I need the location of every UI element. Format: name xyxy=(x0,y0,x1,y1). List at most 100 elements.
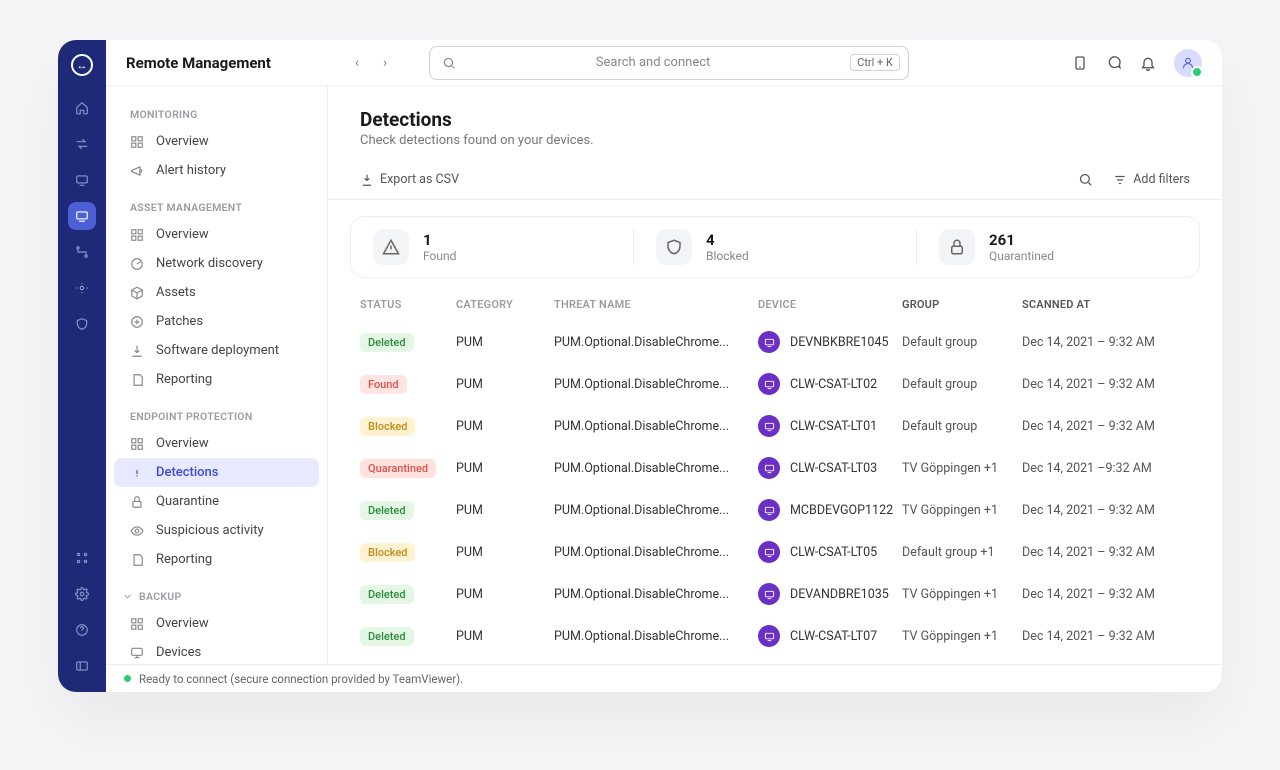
table-header: STATUS CATEGORY THREAT NAME DEVICE GROUP… xyxy=(360,288,1190,321)
rail-help-icon[interactable] xyxy=(68,616,96,644)
nav-back-button[interactable]: ‹ xyxy=(345,51,369,75)
sidebar-item-asset-reporting[interactable]: Reporting xyxy=(114,365,319,394)
cell-category: PUM xyxy=(456,545,554,560)
sidebar-item-backup-overview[interactable]: Overview xyxy=(114,609,319,638)
status-badge: Deleted xyxy=(360,333,414,352)
page-header: Detections Check detections found on you… xyxy=(328,86,1222,160)
sidebar-item-label: Overview xyxy=(156,227,209,242)
body: MONITORING Overview Alert history ASSET … xyxy=(106,86,1222,664)
cell-threat: PUM.Optional.DisableChrome... xyxy=(554,629,758,644)
rail-home-icon[interactable] xyxy=(68,94,96,122)
sidebar-item-overview[interactable]: Overview xyxy=(114,127,319,156)
cell-device: CLW-CSAT-LT03 xyxy=(758,457,902,479)
cell-threat: PUM.Optional.DisableChrome... xyxy=(554,377,758,392)
stat-value: 261 xyxy=(989,231,1054,249)
cell-category: PUM xyxy=(456,377,554,392)
dashboard-icon xyxy=(130,228,146,242)
sidebar-item-detections[interactable]: Detections xyxy=(114,458,319,487)
sidebar-item-label: Overview xyxy=(156,616,209,631)
cell-scanned: Dec 14, 2021 – 9:32 AM xyxy=(1022,419,1190,434)
sidebar-item-quarantine[interactable]: Quarantine xyxy=(114,487,319,516)
table-row[interactable]: QuarantinedPUMPUM.Optional.DisableChrome… xyxy=(360,447,1190,489)
sidebar-item-ep-reporting[interactable]: Reporting xyxy=(114,545,319,574)
table-row[interactable]: DeletedPUMPUM.Optional.DisableChrome...C… xyxy=(360,615,1190,657)
cell-scanned: Dec 14, 2021 – 9:32 AM xyxy=(1022,377,1190,392)
search-input[interactable]: Search and connect Ctrl + K xyxy=(429,46,909,80)
cell-category: PUM xyxy=(456,629,554,644)
monitor-icon xyxy=(758,541,780,563)
export-csv-button[interactable]: Export as CSV xyxy=(360,172,459,187)
cell-scanned: Dec 14, 2021 – 9:32 AM xyxy=(1022,587,1190,602)
table-row[interactable]: DeletedPUMPUM.Optional.DisableChrome...M… xyxy=(360,489,1190,531)
monitor-icon xyxy=(130,646,146,660)
rail-collapse-icon[interactable] xyxy=(68,652,96,680)
rail-devices-icon[interactable] xyxy=(68,166,96,194)
table-row[interactable]: FoundPUMPUM.Optional.DisableChrome...CLW… xyxy=(360,363,1190,405)
sidebar-item-assets[interactable]: Assets xyxy=(114,278,319,307)
sidebar-item-label: Detections xyxy=(156,465,218,480)
sidebar-item-backup-devices[interactable]: Devices xyxy=(114,638,319,664)
device-icon[interactable] xyxy=(1072,55,1088,71)
alert-icon xyxy=(130,466,146,480)
sidebar-item-suspicious[interactable]: Suspicious activity xyxy=(114,516,319,545)
chat-icon[interactable] xyxy=(1106,55,1122,71)
add-filters-button[interactable]: Add filters xyxy=(1113,172,1190,187)
cell-group: Default group xyxy=(902,419,1022,434)
monitor-icon xyxy=(758,457,780,479)
sidebar-item-software-deployment[interactable]: Software deployment xyxy=(114,336,319,365)
rail-automation-icon[interactable] xyxy=(68,274,96,302)
sidebar-item-label: Devices xyxy=(156,645,201,660)
sidebar-item-network-discovery[interactable]: Network discovery xyxy=(114,249,319,278)
warning-icon xyxy=(373,229,409,265)
sidebar-item-label: Network discovery xyxy=(156,256,263,271)
footer: Ready to connect (secure connection prov… xyxy=(106,664,1222,692)
sidebar-item-label: Patches xyxy=(156,314,203,329)
shield-icon xyxy=(656,229,692,265)
cell-scanned: Dec 14, 2021 – 9:32 AM xyxy=(1022,503,1190,518)
bell-icon[interactable] xyxy=(1140,55,1156,71)
megaphone-icon xyxy=(130,164,146,178)
sidebar-item-alert-history[interactable]: Alert history xyxy=(114,156,319,185)
patch-icon xyxy=(130,315,146,329)
page-subtitle: Check detections found on your devices. xyxy=(360,133,1190,148)
page-title: Detections xyxy=(360,108,1190,131)
cell-device: CLW-CSAT-LT01 xyxy=(758,415,902,437)
cell-group: TV Göppingen +1 xyxy=(902,629,1022,644)
status-badge: Deleted xyxy=(360,627,414,646)
rail-transfer-icon[interactable] xyxy=(68,130,96,158)
report-icon xyxy=(130,553,146,567)
sidebar-item-label: Suspicious activity xyxy=(156,523,264,538)
table-row[interactable]: BlockedPUMPUM.Optional.DisableChrome...C… xyxy=(360,405,1190,447)
cell-category: PUM xyxy=(456,335,554,350)
avatar[interactable] xyxy=(1174,49,1202,77)
rail-apps-icon[interactable] xyxy=(68,544,96,572)
search-button[interactable] xyxy=(1078,172,1093,187)
rail-settings-icon[interactable] xyxy=(68,580,96,608)
rail-security-icon[interactable] xyxy=(68,310,96,338)
table-row[interactable]: BlockedPUMPUM.Optional.DisableChrome...C… xyxy=(360,531,1190,573)
cell-category: PUM xyxy=(456,461,554,476)
table-row[interactable]: DeletedPUMPUM.Optional.DisableChrome...D… xyxy=(360,321,1190,363)
rail-remote-mgmt-icon[interactable] xyxy=(68,202,96,230)
nav-forward-button[interactable]: › xyxy=(373,51,397,75)
eye-icon xyxy=(130,524,146,538)
rail-workflows-icon[interactable] xyxy=(68,238,96,266)
cell-group: TV Göppingen +1 xyxy=(902,461,1022,476)
cell-group: Default group +1 xyxy=(902,545,1022,560)
cell-device: CLW-CSAT-LT02 xyxy=(758,373,902,395)
search-wrap: Search and connect Ctrl + K xyxy=(429,46,909,80)
table-row[interactable]: DeletedPUMPUM.Optional.DisableChrome...D… xyxy=(360,573,1190,615)
nav-arrows: ‹ › xyxy=(345,51,397,75)
sidebar-item-asset-overview[interactable]: Overview xyxy=(114,220,319,249)
status-badge: Deleted xyxy=(360,585,414,604)
detections-table: STATUS CATEGORY THREAT NAME DEVICE GROUP… xyxy=(328,288,1222,657)
sidebar-item-patches[interactable]: Patches xyxy=(114,307,319,336)
sidebar-header-backup[interactable]: BACKUP xyxy=(114,584,319,609)
main: Remote Management ‹ › Search and connect… xyxy=(106,40,1222,692)
lock-icon xyxy=(130,495,146,509)
sidebar-item-ep-overview[interactable]: Overview xyxy=(114,429,319,458)
cell-scanned: Dec 14, 2021 –9:32 AM xyxy=(1022,461,1190,476)
cell-scanned: Dec 14, 2021 – 9:32 AM xyxy=(1022,335,1190,350)
monitor-icon xyxy=(758,415,780,437)
cell-threat: PUM.Optional.DisableChrome... xyxy=(554,503,758,518)
